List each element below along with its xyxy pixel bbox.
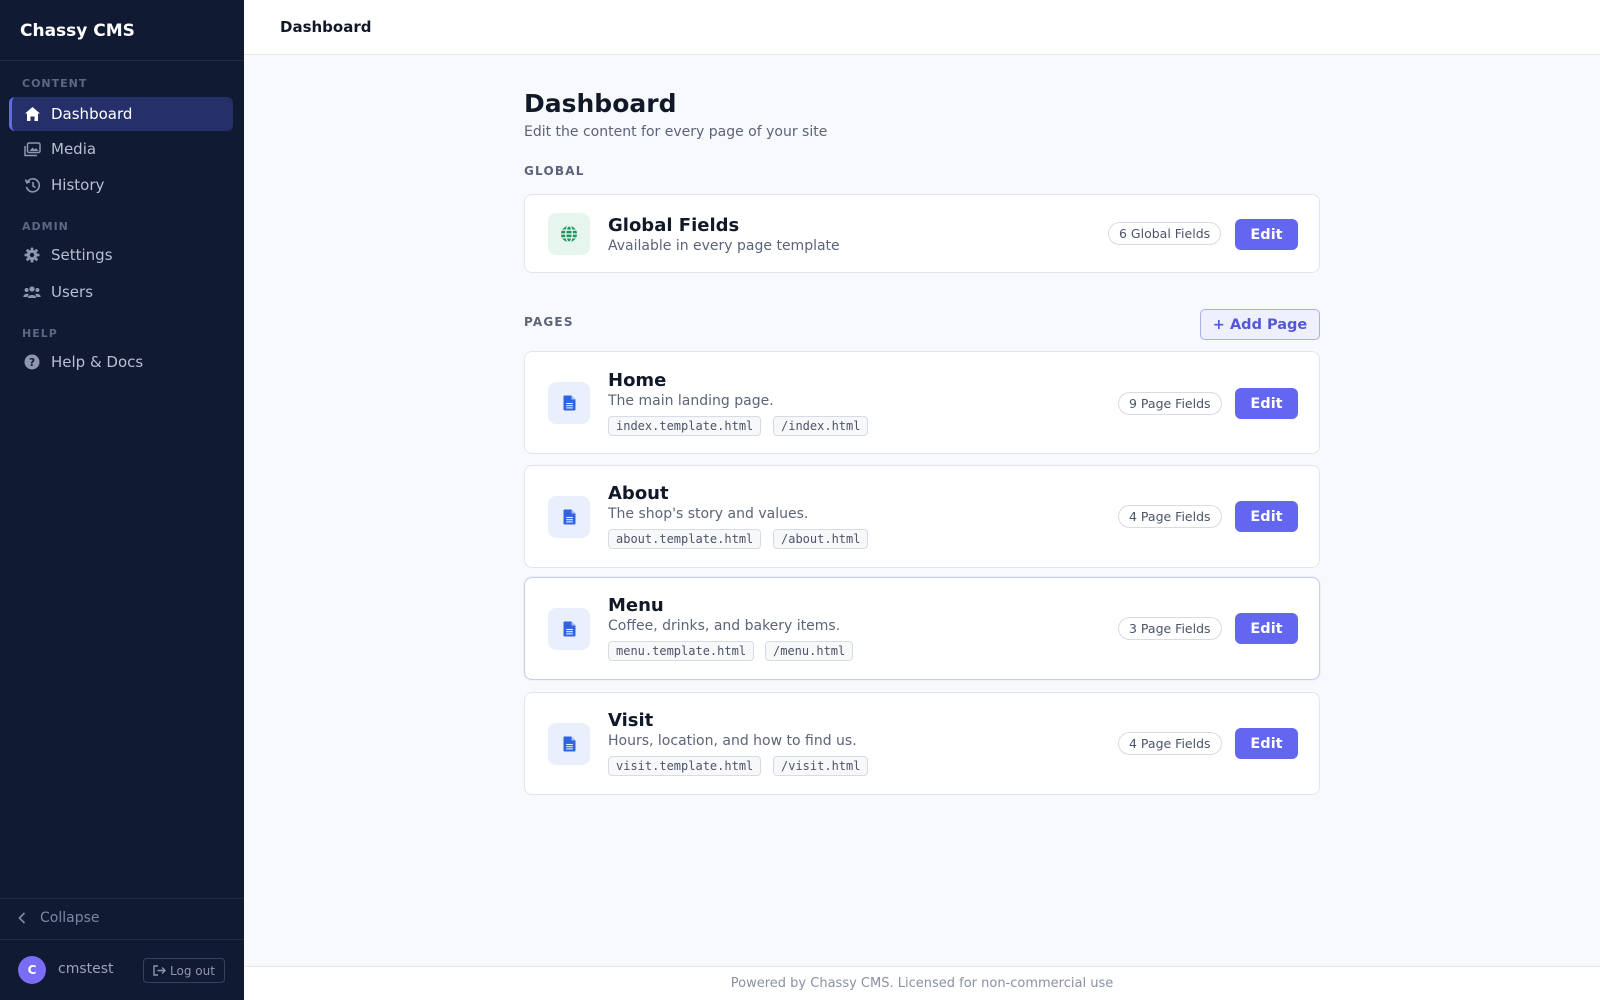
sidebar-section-admin: ADMIN — [22, 220, 69, 233]
page-card-visit: Visit Hours, location, and how to find u… — [524, 692, 1320, 795]
pages-section-label: PAGES — [524, 315, 574, 329]
page-footer: Powered by Chassy CMS. Licensed for non-… — [244, 966, 1600, 1000]
history-icon — [23, 176, 41, 194]
document-icon — [548, 382, 590, 424]
path-tag: /visit.html — [773, 756, 869, 776]
topbar: Dashboard — [244, 0, 1600, 55]
page-card-home: Home The main landing page. index.templa… — [524, 351, 1320, 454]
sidebar-item-label: Media — [51, 140, 97, 158]
document-icon — [548, 496, 590, 538]
sidebar-item-media[interactable]: Media — [9, 132, 233, 166]
template-tag: visit.template.html — [608, 756, 762, 776]
avatar: C — [18, 956, 46, 984]
sidebar-item-history[interactable]: History — [9, 168, 233, 202]
main-content: Dashboard Edit the content for every pag… — [244, 55, 1600, 966]
collapse-button[interactable]: Collapse — [18, 908, 100, 928]
page-card-menu: Menu Coffee, drinks, and bakery items. m… — [524, 577, 1320, 680]
home-icon — [23, 105, 41, 123]
card-description: Coffee, drinks, and bakery items. — [608, 618, 841, 634]
field-count-badge: 9 Page Fields — [1118, 392, 1222, 415]
card-description: Available in every page template — [608, 238, 840, 254]
sidebar-item-label: Settings — [51, 246, 113, 264]
globe-icon — [548, 213, 590, 255]
logout-button[interactable]: Log out — [143, 958, 225, 983]
edit-page-button[interactable]: Edit — [1235, 728, 1298, 759]
collapse-label: Collapse — [40, 910, 100, 926]
sidebar-item-settings[interactable]: Settings — [9, 238, 233, 272]
template-tag: menu.template.html — [608, 641, 755, 661]
edit-page-button[interactable]: Edit — [1235, 613, 1298, 644]
footer-text: Powered by Chassy CMS. Licensed for non-… — [730, 976, 1114, 991]
page-title: Dashboard — [524, 89, 677, 118]
sidebar-section-content: CONTENT — [22, 77, 88, 90]
document-icon — [548, 608, 590, 650]
card-title: Menu — [608, 595, 664, 616]
sidebar-item-help[interactable]: ? Help & Docs — [9, 345, 233, 379]
logout-label: Log out — [170, 963, 215, 978]
sidebar-item-label: Dashboard — [51, 105, 133, 123]
sidebar-divider — [0, 939, 244, 940]
topbar-title: Dashboard — [280, 18, 372, 36]
field-count-badge: 4 Page Fields — [1118, 505, 1222, 528]
path-tag: /index.html — [773, 416, 869, 436]
field-count-badge: 6 Global Fields — [1108, 222, 1222, 245]
edit-page-button[interactable]: Edit — [1235, 388, 1298, 419]
path-tag: /menu.html — [765, 641, 854, 661]
add-page-button[interactable]: + Add Page — [1200, 309, 1320, 340]
logout-icon — [153, 965, 167, 976]
edit-page-button[interactable]: Edit — [1235, 501, 1298, 532]
sidebar-divider — [0, 60, 244, 61]
sidebar-item-label: Help & Docs — [51, 353, 144, 371]
card-description: The shop's story and values. — [608, 506, 809, 522]
chevron-left-icon — [18, 912, 26, 924]
field-count-badge: 3 Page Fields — [1118, 617, 1222, 640]
gear-icon — [23, 246, 41, 264]
page-subtitle: Edit the content for every page of your … — [524, 124, 828, 140]
card-title: Visit — [608, 710, 654, 731]
card-title: Global Fields — [608, 215, 740, 236]
global-section-label: GLOBAL — [524, 164, 585, 178]
users-icon — [23, 283, 41, 301]
path-tag: /about.html — [773, 529, 869, 549]
page-card-about: About The shop's story and values. about… — [524, 465, 1320, 568]
card-description: The main landing page. — [608, 393, 774, 409]
sidebar-divider — [0, 898, 244, 899]
username: cmstest — [58, 961, 114, 977]
app-logo-text: Chassy CMS — [20, 21, 135, 41]
global-fields-card: Global Fields Available in every page te… — [524, 194, 1320, 273]
sidebar-item-users[interactable]: Users — [9, 275, 233, 309]
sidebar-item-dashboard[interactable]: Dashboard — [9, 97, 233, 131]
images-icon — [23, 140, 41, 158]
question-circle-icon: ? — [23, 353, 41, 371]
sidebar: Chassy CMS CONTENT Dashboard Media Histo… — [0, 0, 244, 1000]
sidebar-item-label: Users — [51, 283, 94, 301]
document-icon — [548, 723, 590, 765]
svg-text:?: ? — [29, 357, 35, 369]
field-count-badge: 4 Page Fields — [1118, 732, 1222, 755]
sidebar-section-help: HELP — [22, 327, 58, 340]
template-tag: index.template.html — [608, 416, 762, 436]
edit-global-fields-button[interactable]: Edit — [1235, 219, 1298, 250]
template-tag: about.template.html — [608, 529, 762, 549]
card-title: Home — [608, 370, 667, 391]
card-title: About — [608, 483, 669, 504]
card-description: Hours, location, and how to find us. — [608, 733, 857, 749]
sidebar-item-label: History — [51, 176, 105, 194]
